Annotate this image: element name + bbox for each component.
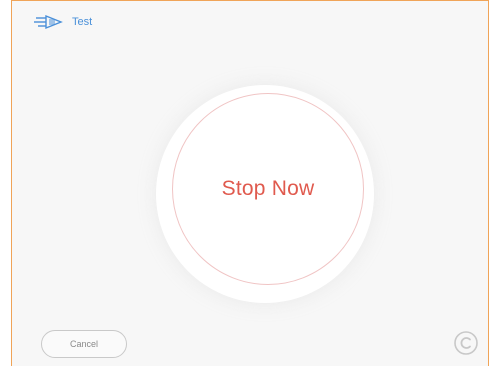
- copyright-icon: [451, 328, 481, 358]
- cancel-button[interactable]: Cancel: [41, 330, 127, 358]
- speed-arrow-icon: [34, 13, 64, 31]
- app-frame: Test Stop Now Cancel: [11, 0, 489, 366]
- page-title: Test: [72, 16, 93, 28]
- header: Test: [34, 13, 92, 31]
- stop-now-label: Stop Now: [221, 177, 315, 200]
- stop-now-button[interactable]: Stop Now: [172, 93, 364, 285]
